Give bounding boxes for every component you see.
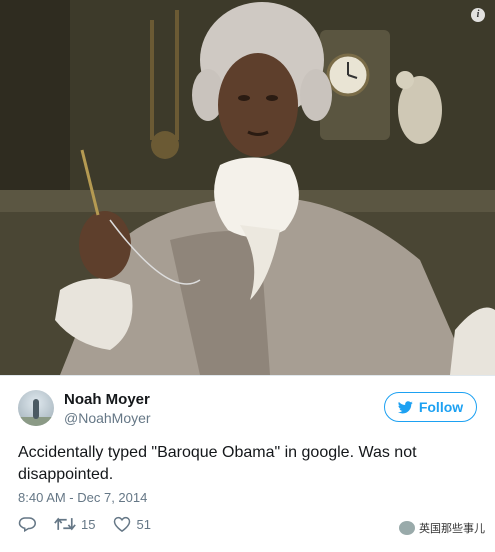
tweet-actions: 15 51 <box>18 516 169 532</box>
follow-button[interactable]: Follow <box>384 392 477 422</box>
author-handle[interactable]: @NoahMoyer <box>64 410 151 426</box>
tweet-photo[interactable]: i <box>0 0 495 375</box>
author-name[interactable]: Noah Moyer <box>64 391 150 408</box>
avatar-figure <box>33 399 39 419</box>
info-icon[interactable]: i <box>471 8 485 22</box>
twitter-bird-icon <box>397 400 413 413</box>
avatar[interactable] <box>18 390 54 426</box>
wechat-icon <box>399 521 415 535</box>
retweet-button[interactable]: 15 <box>54 516 95 532</box>
like-count: 51 <box>136 516 151 532</box>
tweet-timestamp[interactable]: 8:40 AM - Dec 7, 2014 <box>18 490 147 505</box>
baroque-portrait-image <box>0 0 495 375</box>
like-button[interactable]: 51 <box>113 516 151 532</box>
reply-button[interactable] <box>18 516 36 532</box>
retweet-icon <box>54 517 76 531</box>
tweet-text: Accidentally typed "Baroque Obama" in go… <box>18 444 417 483</box>
follow-label: Follow <box>418 399 464 415</box>
watermark: 英国那些事儿 <box>399 520 485 536</box>
tweet-card: Noah Moyer @NoahMoyer Follow Accidentall… <box>0 375 495 552</box>
reply-icon <box>18 517 36 532</box>
heart-icon <box>114 516 131 532</box>
watermark-text: 英国那些事儿 <box>419 523 485 535</box>
retweet-count: 15 <box>81 516 96 532</box>
